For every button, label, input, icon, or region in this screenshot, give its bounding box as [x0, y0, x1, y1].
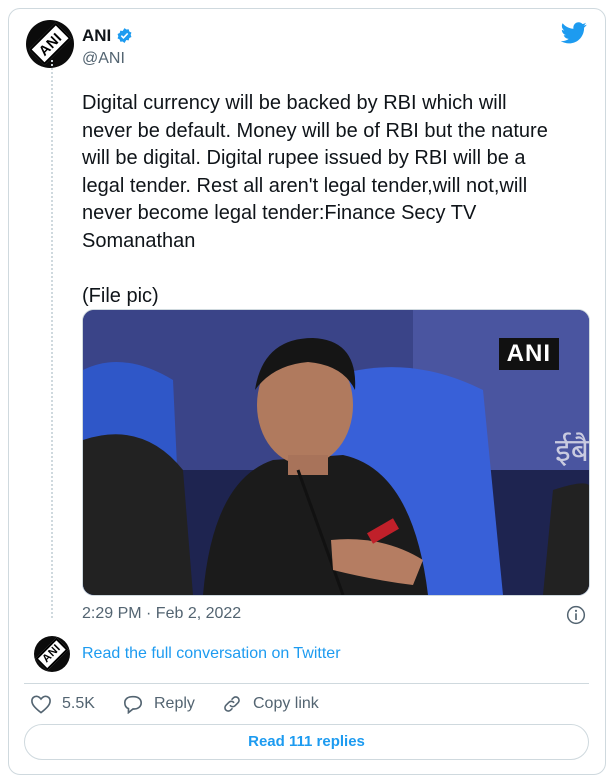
media-watermark: ANI [498, 338, 559, 370]
ani-logo: ANI [35, 637, 69, 671]
link-icon [224, 696, 240, 712]
read-replies-button[interactable]: Read 111 replies [24, 724, 589, 760]
read-full-conversation-link[interactable]: Read the full conversation on Twitter [82, 645, 341, 663]
copy-link-label: Copy link [253, 695, 319, 712]
ani-logo: ANI [28, 22, 72, 66]
twitter-bird-icon[interactable] [561, 22, 587, 44]
tweet-media-image[interactable]: ANI ईबै [82, 309, 590, 596]
heart-icon [31, 695, 51, 714]
thread-line [51, 60, 53, 620]
reply-bubble-icon [123, 695, 143, 714]
verified-badge-icon [117, 28, 132, 43]
tweet-text: Digital currency will be backed by RBI w… [82, 92, 548, 307]
divider [24, 683, 589, 684]
conversation-avatar[interactable]: ANI [34, 636, 70, 672]
author-handle[interactable]: @ANI [82, 50, 125, 68]
tweet-timestamp[interactable]: 2:29 PM · Feb 2, 2022 [82, 605, 241, 623]
copy-link-button[interactable]: Copy link [221, 694, 319, 714]
info-icon[interactable] [566, 605, 586, 625]
reply-label: Reply [154, 695, 195, 712]
author-name[interactable]: ANI [82, 26, 111, 46]
like-count: 5.5K [62, 695, 95, 712]
like-button[interactable]: 5.5K [30, 694, 95, 714]
reply-button[interactable]: Reply [122, 694, 195, 714]
author-avatar[interactable]: ANI [26, 20, 74, 68]
media-background-text: ईबै [555, 431, 589, 469]
